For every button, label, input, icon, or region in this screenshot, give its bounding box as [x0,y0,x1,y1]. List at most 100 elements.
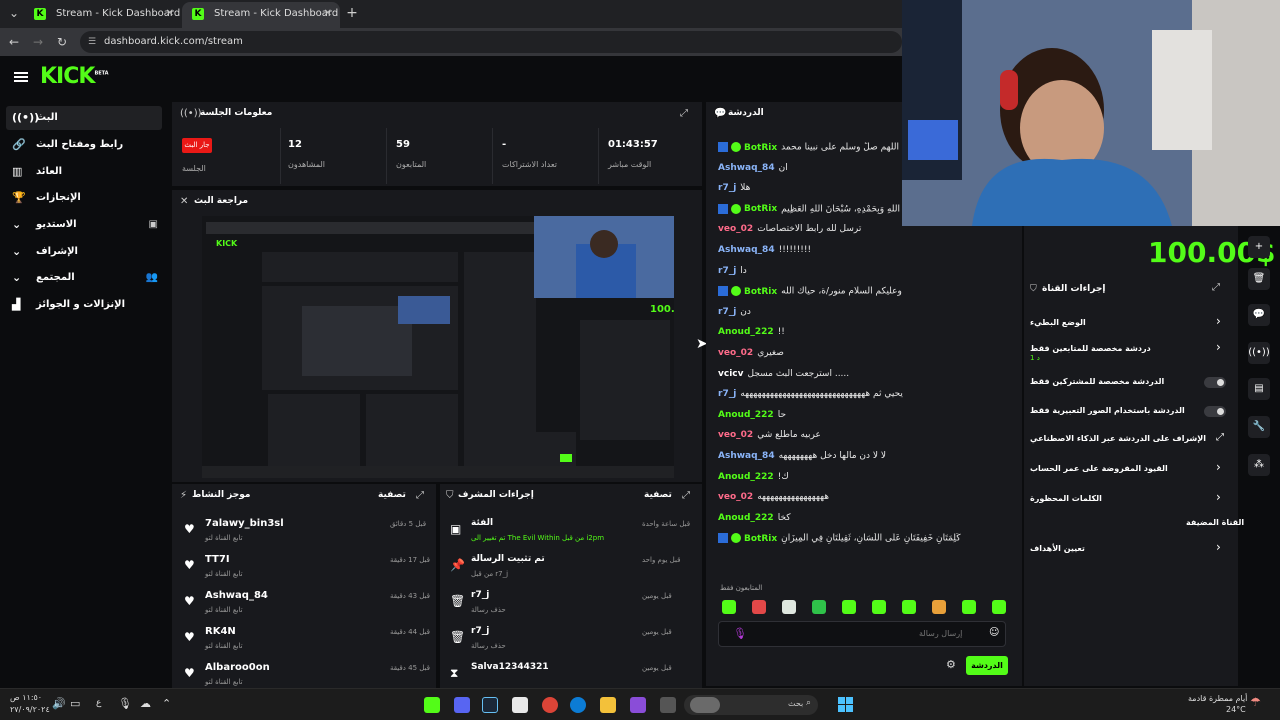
site-info-icon[interactable]: ☰ [88,31,96,53]
list-item[interactable]: ♥ Ashwaq_84 تابع القناة لتو قبل 43 دقيقة [180,588,430,622]
list-item[interactable]: ♥ RK4N تابع القناة لتو قبل 44 دقيقة [180,624,430,658]
chevron-up-icon[interactable]: ⌃ [162,697,171,710]
chat-username[interactable]: veo_02 [718,348,753,358]
sidebar-item-community[interactable]: ⌄ المجتمع 👥 [6,266,162,290]
list-item[interactable]: ▣ الفئة تم تغيير الى The Evil Within من قب… [446,516,696,550]
app-icon[interactable] [660,697,676,713]
emote-icon[interactable] [962,600,976,614]
close-tab-icon[interactable]: ✕ [166,2,174,26]
browser-tab-active[interactable]: K Stream - Kick Dashboard ✕ [182,2,340,28]
chat-username[interactable]: Anoud_222 [718,410,774,420]
mic-icon[interactable]: 🎙 [118,697,132,710]
sidebar-item-stream-key[interactable]: 🔗 رابط ومفتاح البث [6,133,162,157]
kick-app-icon[interactable] [424,697,440,713]
sidebar-item-stream[interactable]: ((•)) البث [6,106,162,130]
chat-username[interactable]: Anoud_222 [718,327,774,337]
emote-icon[interactable] [722,600,736,614]
list-item[interactable]: ♥ 7alawy_bin3sl تابع القناة لتو قبل 5 دقائق [180,516,428,550]
rail-nodes-icon[interactable]: ⁂ [1248,454,1270,476]
chat-input[interactable]: 🎙 إرسال رسالة ☺ [718,621,1006,647]
emote-icon[interactable] [932,600,946,614]
list-item[interactable]: 🗑 r7_j حذف رسالة قبل يومين [446,588,696,622]
settings-icon[interactable]: ⚙ [946,658,956,671]
sidebar-item-moderation[interactable]: ⌄ الإشراف [6,240,162,264]
mic-icon[interactable]: 🎙 [733,627,747,640]
expand-icon[interactable]: ⤢ [680,108,688,119]
list-item[interactable]: 📌 تم تثبيت الرسالة من قبل r7_j قبل يوم واحد [446,552,696,586]
taskbar-search[interactable]: بحث ⌕ [684,695,818,715]
emote-icon[interactable] [902,600,916,614]
channel-action-label[interactable]: الوضع البطيء [1030,318,1086,327]
obs-icon[interactable] [630,697,646,713]
stream-preview[interactable]: KICK 100. [202,216,675,478]
file-explorer-icon[interactable] [600,697,616,713]
chat-username[interactable]: Anoud_222 [718,472,774,482]
chat-username[interactable]: r7_j [718,389,736,399]
kick-logo[interactable]: KICKBETA [40,64,109,89]
rail-layout-icon[interactable]: ▤ [1248,378,1270,400]
chat-username[interactable]: vcicv [718,369,744,379]
emote-icon[interactable] [842,600,856,614]
edge-icon[interactable] [570,697,586,713]
browser-tab[interactable]: K Stream - Kick Dashboard ✕ [24,2,182,28]
channel-action-label[interactable]: القناة المضيفة [1186,518,1244,527]
close-tab-icon[interactable]: ✕ [324,2,332,26]
chrome-icon[interactable] [542,697,558,713]
channel-action-label[interactable]: الإشراف على الدردشة عبر الذكاء الاصطناعي [1030,434,1206,443]
list-item[interactable]: 🗑 r7_j حذف رسالة قبل يومين [446,624,696,658]
send-chat-button[interactable]: الدردشة [966,656,1008,675]
network-icon[interactable]: ☁ [140,697,151,710]
emote-icon[interactable] [782,600,796,614]
language-icon[interactable]: ع [96,698,101,708]
expand-icon[interactable]: ⤢ [1212,282,1220,293]
chevron-right-icon[interactable]: › [1216,540,1221,554]
weather-icon[interactable]: ☂ [1250,695,1261,709]
close-icon[interactable]: ✕ [180,196,188,207]
sidebar-item-achievements[interactable]: 🏆 الإنجازات [6,186,162,210]
chat-username[interactable]: r7_j [718,307,736,317]
list-item[interactable]: ♥ TT7I تابع القناة لتو قبل 17 دقيقة [180,552,430,586]
channel-action-label[interactable]: دردشة مخصصة للمتابعين فقط [1030,344,1151,353]
expand-icon[interactable]: ⤢ [682,490,690,501]
tab-list-icon[interactable]: ⌄ [6,5,22,21]
emote-icon[interactable] [752,600,766,614]
rail-live-icon[interactable]: ((•)) [1248,342,1270,364]
sidebar-item-revenue[interactable]: ▥ العائد [6,160,162,184]
chat-username[interactable]: BotRix [744,287,777,297]
channel-action-label[interactable]: القيود المفروضة على عمر الحساب [1030,464,1168,473]
chat-username[interactable]: Ashwaq_84 [718,451,775,461]
reload-icon[interactable]: ↻ [54,34,70,50]
url-input[interactable]: ☰ dashboard.kick.com/stream [80,31,902,53]
filter-button[interactable]: تصفية [644,490,672,500]
emote-icon[interactable] [992,600,1006,614]
chat-username[interactable]: Ashwaq_84 [718,245,775,255]
store-icon[interactable] [512,697,528,713]
channel-action-label[interactable]: تعيين الأهداف [1030,544,1085,553]
chat-username[interactable]: BotRix [744,204,777,214]
display-icon[interactable]: ▭ [70,697,80,710]
channel-action-label[interactable]: الكلمات المحظورة [1030,494,1102,503]
rail-chat-icon[interactable]: 💬 [1248,304,1270,326]
filter-button[interactable]: تصفية [378,490,406,500]
chevron-right-icon[interactable]: › [1216,340,1221,354]
windows-start-icon[interactable] [838,697,854,713]
chat-username[interactable]: r7_j [718,183,736,193]
new-tab-icon[interactable]: + [344,5,360,21]
expand-icon[interactable]: ⤢ [416,490,424,501]
sidebar-item-drops[interactable]: ▟ الإنزالات و الجوائز [6,293,162,317]
chat-username[interactable]: r7_j [718,266,736,276]
chat-username[interactable]: BotRix [744,143,777,153]
discord-icon[interactable] [454,697,470,713]
external-link-icon[interactable]: ⤢ [1216,432,1224,443]
chat-username[interactable]: veo_02 [718,492,753,502]
toggle-switch[interactable] [1204,377,1226,388]
rail-wrench-icon[interactable]: 🔧 [1248,416,1270,438]
steam-icon[interactable] [482,697,498,713]
chevron-right-icon[interactable]: › [1216,460,1221,474]
forward-icon[interactable]: → [30,34,46,50]
sidebar-item-studio[interactable]: ⌄ الاستديو ▣ [6,213,162,237]
emote-icon[interactable] [812,600,826,614]
channel-action-label[interactable]: الدردشة مخصصة للمشتركين فقط [1030,377,1164,386]
chat-username[interactable]: BotRix [744,534,777,544]
rail-delete-icon[interactable]: 🗑 [1248,268,1270,290]
